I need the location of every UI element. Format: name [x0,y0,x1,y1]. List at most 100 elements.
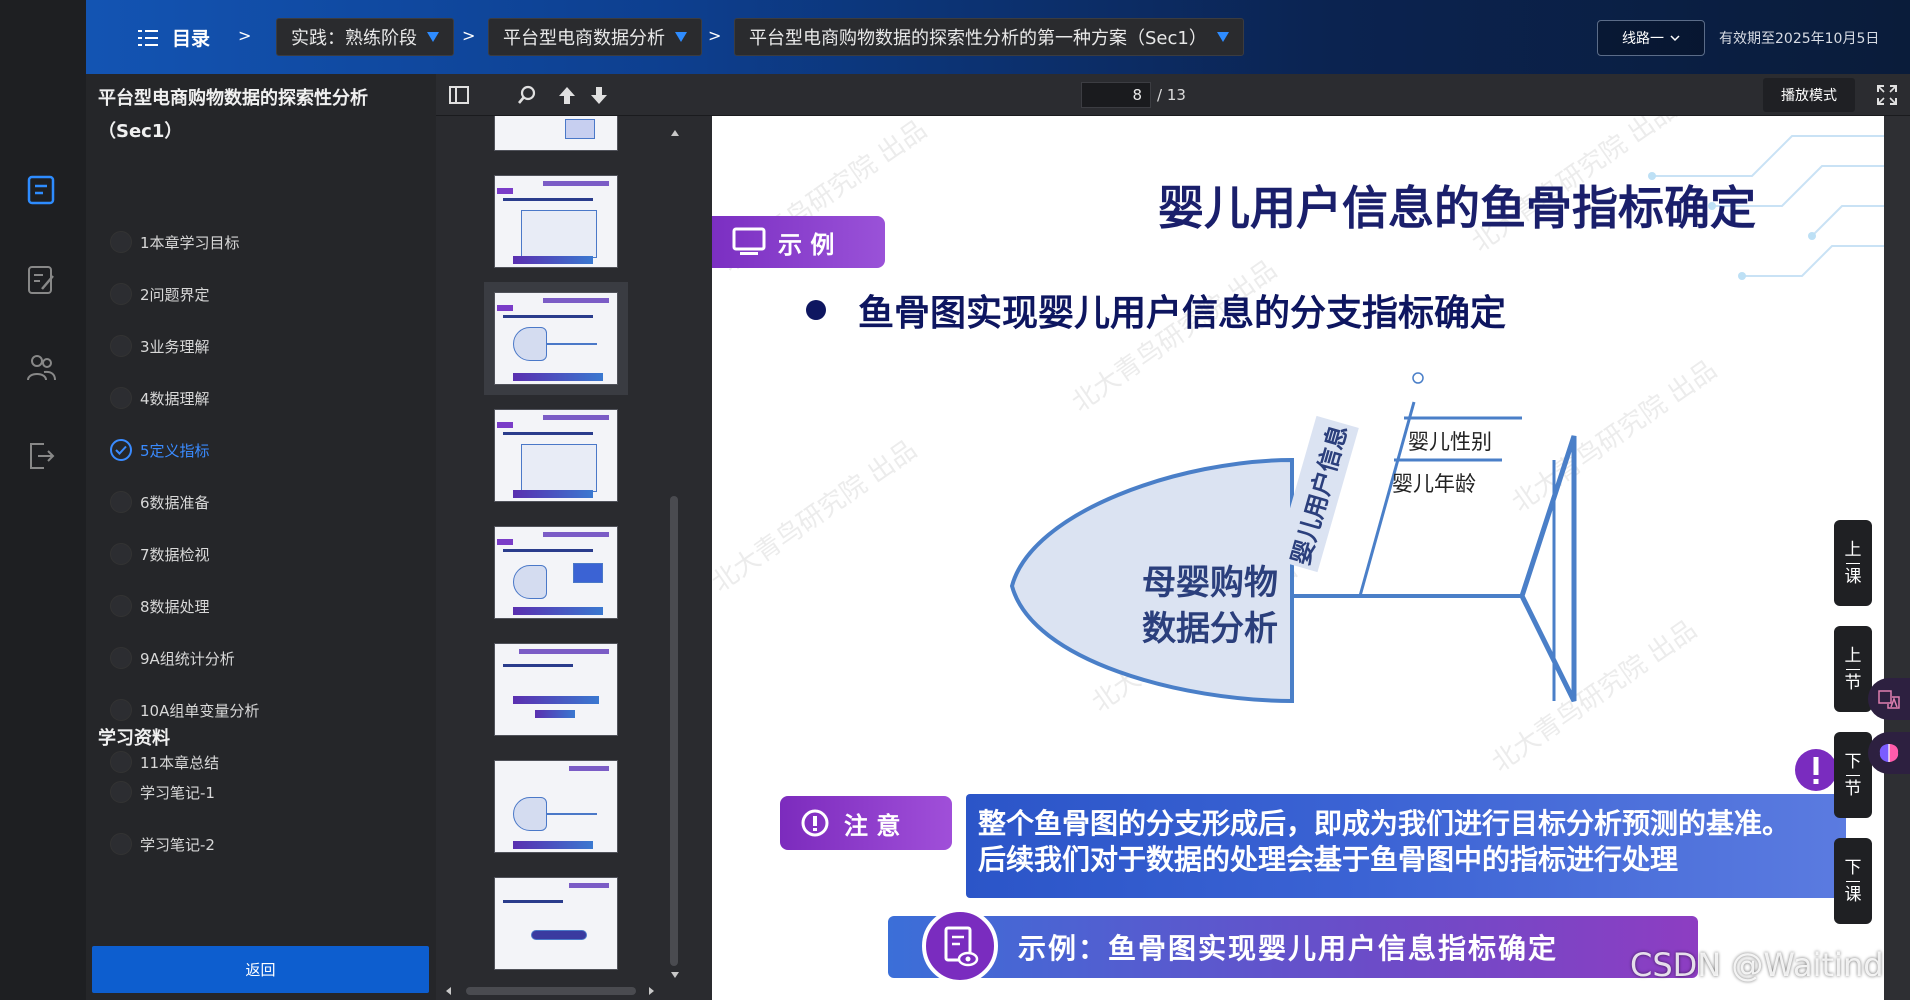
fish-tail [1519,435,1577,703]
page-thumbnail[interactable] [494,760,618,853]
back-button[interactable]: 返回 [92,946,429,993]
document-eye-icon [922,908,998,984]
circle-icon [110,833,132,855]
page-thumbnail-current[interactable] [484,282,628,395]
toc-button[interactable]: 目录 [138,24,210,51]
chapter-label: 1本章学习目标 [140,233,240,252]
breadcrumb-lesson[interactable]: 平台型电商购物数据的探索性分析的第一种方案（Sec1） [734,18,1244,56]
validity-text: 有效期至2025年10月5日 [1719,31,1880,47]
note-box: 整个鱼骨图的分支形成后，即成为我们进行目标分析预测的基准。 后续我们对于数据的处… [966,794,1846,898]
arrow-down-icon[interactable] [588,84,610,106]
caret-down-icon [675,32,687,42]
chapter-label: 6数据准备 [140,493,210,512]
arrow-up-icon[interactable] [556,84,578,106]
pdf-toolbar: 8 / 13 播放模式 [436,74,1910,116]
chapter-item[interactable]: 6数据准备 [110,488,210,516]
page-thumbnail[interactable] [494,877,618,970]
prev-lesson-button[interactable]: 上课 [1834,520,1872,606]
caret-down-icon [427,32,439,42]
translate-float-button[interactable] [1868,678,1910,720]
check-circle-icon [110,439,132,461]
chapter-item[interactable]: 3业务理解 [110,332,210,360]
circle-icon [110,647,132,669]
horizontal-scrollbar[interactable] [436,984,666,998]
breadcrumb-separator: > [238,26,252,45]
document-icon[interactable] [26,174,56,206]
chapter-item[interactable]: 9A组统计分析 [110,644,235,672]
caret-down-icon [1216,32,1229,42]
material-label: 学习笔记-1 [140,783,215,802]
csdn-watermark: CSDN @Waitind [1630,946,1884,984]
material-item[interactable]: 学习笔记-1 [110,778,215,806]
breadcrumb-course[interactable]: 平台型电商数据分析 [488,18,702,56]
fish-head-label: 母婴购物 数据分析 [1142,563,1278,649]
page-number-input[interactable]: 8 [1081,82,1151,108]
chapter-item[interactable]: 11本章总结 [110,748,219,776]
page-thumbnail[interactable] [494,409,618,502]
exclamation-circle-icon [801,809,829,837]
chapter-item[interactable]: 2问题界定 [110,280,210,308]
chapter-label: 3业务理解 [140,337,210,356]
chapter-label: 5定义指标 [140,441,210,460]
thumbnail-panel [436,116,712,1000]
branch-bone [1358,401,1416,597]
chapter-label: 11本章总结 [140,753,220,772]
page-thumbnail[interactable] [494,116,618,151]
chevron-down-icon [1670,34,1680,41]
users-icon[interactable] [26,352,56,384]
chapter-label: 7数据检视 [140,545,210,564]
circle-icon [110,231,132,253]
circle-icon [110,335,132,357]
material-item[interactable]: 学习笔记-2 [110,830,215,858]
circle-icon [110,699,132,721]
chapter-item[interactable]: 8数据处理 [110,592,210,620]
chapter-item[interactable]: 10A组单变量分析 [110,696,259,724]
fullscreen-icon[interactable] [1876,84,1898,106]
branch-item-label: 婴儿年龄 [1392,472,1476,496]
scrollbar-thumb[interactable] [670,496,678,966]
chapter-item[interactable]: 5定义指标 [110,436,210,464]
slide-page: 北大青鸟研究院 出品 北大青鸟研究院 出品 北大青鸟研究院 出品 北大青鸟研究院… [712,116,1884,1000]
translate-icon [1878,690,1900,709]
page-thumbnail[interactable] [494,526,618,619]
icon-rail [0,74,86,1000]
chapter-label: 2问题界定 [140,285,210,304]
circle-icon [110,283,132,305]
exit-icon[interactable] [26,440,56,472]
circle-icon [110,595,132,617]
next-lesson-button[interactable]: 下课 [1834,838,1872,924]
material-label: 学习笔记-2 [140,835,215,854]
route-select[interactable]: 线路一 [1597,20,1705,56]
brain-icon [1879,744,1899,762]
scroll-right-icon[interactable] [644,984,658,998]
materials-title: 学习资料 [98,728,170,749]
note-tag: 注 意 [780,796,952,850]
search-icon[interactable] [516,84,538,106]
sidebar-toggle-icon[interactable] [448,84,470,106]
branch-item-label: 婴儿性别 [1408,430,1492,454]
chapter-item[interactable]: 4数据理解 [110,384,210,412]
list-icon [138,29,158,46]
bottom-banner: 示例：鱼骨图实现婴儿用户信息指标确定 [888,916,1698,978]
chapter-label: 9A组统计分析 [140,649,235,668]
chapter-sidebar: 平台型电商购物数据的探索性分析（Sec1） 1本章学习目标 2问题界定 3业务理解 4… [86,74,436,1000]
edit-note-icon[interactable] [26,264,56,296]
collapse-icon [1412,372,1424,384]
circle-icon [110,491,132,513]
chapter-item[interactable]: 1本章学习目标 [110,228,240,256]
chapter-item[interactable]: 7数据检视 [110,540,210,568]
next-section-button[interactable]: 下节 [1834,732,1872,818]
ai-float-button[interactable] [1868,732,1910,774]
app-root: 目录 > 实践：熟练阶段 > 平台型电商数据分析 > 平台型电商购物数据的探索性… [0,0,1910,1000]
scroll-left-icon[interactable] [442,984,456,998]
chapter-label: 4数据理解 [140,389,210,408]
breadcrumb-stage[interactable]: 实践：熟练阶段 [276,18,454,56]
chapter-label: 10A组单变量分析 [140,701,260,720]
page-thumbnail[interactable] [494,643,618,736]
top-bar: 目录 > 实践：熟练阶段 > 平台型电商数据分析 > 平台型电商购物数据的探索性… [0,0,1910,74]
page-thumbnail[interactable] [494,175,618,268]
prev-section-button[interactable]: 上节 [1834,626,1872,712]
play-mode-button[interactable]: 播放模式 [1763,78,1855,112]
circle-icon [110,751,132,773]
circle-icon [110,781,132,803]
